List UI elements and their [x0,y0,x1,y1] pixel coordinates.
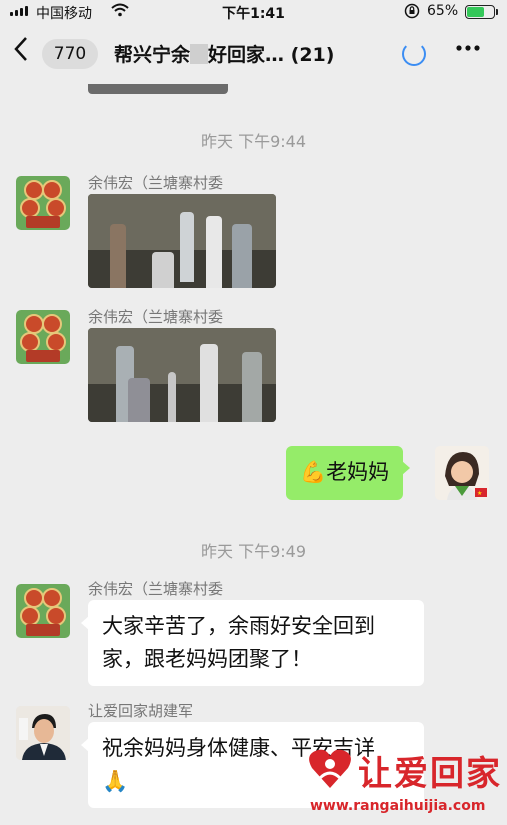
chevron-left-icon[interactable] [14,36,28,69]
incoming-message[interactable]: 大家辛苦了，余雨好安全回到 家，跟老妈妈团聚了！ [81,600,424,686]
redacted-block [190,44,209,64]
message-text: 老妈妈 [326,460,390,484]
status-bar: 中国移动 下午1:41 65% [0,0,507,24]
chat-title-part1: 帮兴宁余 [114,44,191,66]
sender-name: 让爱回家胡建军 [88,702,194,720]
watermark-text: 让爱回家 [358,754,502,794]
svg-text:★: ★ [477,490,482,497]
avatar[interactable] [16,310,70,364]
orientation-lock-icon [404,3,420,23]
timestamp: 昨天 下午9:44 [200,132,307,151]
sender-name: 余伟宏（兰塘寨村委 [88,580,224,598]
battery-percent: 65% [427,3,459,19]
sender-name: 余伟宏（兰塘寨村委 [88,174,224,192]
battery-icon [465,5,498,19]
chat-title-part2: 好回家… [208,44,285,66]
heart-logo-icon [309,749,351,788]
avatar[interactable] [16,706,70,760]
message-text-line: 大家辛苦了，余雨好安全回到 [102,614,375,638]
avatar[interactable] [16,176,70,230]
chat-header: 770 帮兴宁余 好回家… (21) [0,24,507,84]
avatar[interactable] [16,584,70,638]
member-count: (21) [290,44,335,66]
photo-message[interactable] [88,328,276,422]
previous-image-thumbnail[interactable] [88,84,228,94]
flexed-biceps-icon: 💪 [300,460,327,484]
avatar[interactable]: ★ [435,446,489,500]
watermark-logo: 让爱回家 www.rangaihuijia.com [306,742,502,822]
timestamp: 昨天 下午9:49 [200,542,307,561]
unread-count-badge[interactable]: 770 [42,39,98,69]
outgoing-message[interactable]: 💪老妈妈 [286,446,411,500]
message-text-line: 家，跟老妈妈团聚了！ [102,647,312,671]
loading-spinner-icon [402,42,426,66]
watermark-url: www.rangaihuijia.com [310,798,486,814]
sender-name: 余伟宏（兰塘寨村委 [88,308,224,326]
photo-message[interactable] [88,194,276,288]
more-dots-icon[interactable] [454,34,482,69]
chat-title: 帮兴宁余 好回家… (21) [114,40,374,67]
